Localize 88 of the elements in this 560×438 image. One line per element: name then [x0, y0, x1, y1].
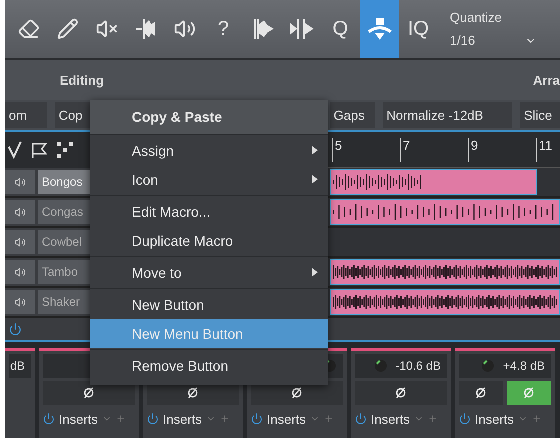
- speaker-button[interactable]: [5, 230, 35, 254]
- menu-item-label: Remove Button: [132, 358, 228, 374]
- knob-icon[interactable]: [481, 359, 496, 373]
- speaker-button[interactable]: [5, 290, 35, 314]
- add-icon[interactable]: [324, 414, 334, 424]
- ruler-bar-number: 7: [400, 138, 410, 162]
- gain-value: -10.6 dB: [396, 359, 441, 373]
- speaker-icon: [14, 236, 26, 248]
- audio-clip[interactable]: [330, 199, 560, 225]
- speaker-icon: [14, 266, 26, 278]
- menu-item-label: Duplicate Macro: [132, 232, 234, 248]
- tool-button[interactable]: IQ: [399, 0, 438, 58]
- add-icon[interactable]: [428, 414, 438, 424]
- speaker-icon: [14, 176, 26, 188]
- gain-value: dB: [10, 359, 25, 373]
- menu-item-label: New Button: [132, 296, 204, 312]
- power-icon[interactable]: [147, 413, 159, 425]
- phase-icon: [523, 387, 535, 399]
- audio-clip[interactable]: [330, 289, 560, 315]
- speaker-button[interactable]: [5, 260, 35, 284]
- flag-icon[interactable]: [31, 141, 49, 159]
- macro-button[interactable]: om: [5, 102, 47, 128]
- section-title: Arra: [533, 72, 560, 88]
- power-icon[interactable]: [9, 322, 22, 336]
- add-icon[interactable]: [532, 414, 542, 424]
- tool-button[interactable]: Q: [321, 0, 360, 58]
- phase-invert-button[interactable]: [43, 381, 135, 405]
- phase-icon: [475, 387, 487, 399]
- speaker-button[interactable]: [5, 200, 35, 224]
- menu-item[interactable]: New Button: [90, 290, 328, 319]
- pencil-icon: [56, 18, 78, 40]
- phase-icon: [187, 387, 199, 399]
- ruler-bar-number: 9: [468, 138, 478, 162]
- phase-icon: [83, 387, 95, 399]
- stretch-waveform-icon: [288, 17, 314, 41]
- audio-clip[interactable]: [330, 169, 537, 195]
- menu-item-label: Move to: [132, 264, 182, 280]
- menu-item-label: Assign: [132, 142, 174, 158]
- speaker-button[interactable]: [5, 170, 35, 194]
- phase-icon: [291, 387, 303, 399]
- macro-icon: [366, 16, 392, 42]
- menu-item[interactable]: Assign: [90, 136, 328, 165]
- power-icon[interactable]: [355, 413, 367, 425]
- inserts-label[interactable]: Inserts: [371, 412, 410, 426]
- tool-button[interactable]: ?: [204, 0, 243, 58]
- submenu-arrow-icon: [312, 175, 318, 184]
- inserts-label[interactable]: Inserts: [475, 412, 514, 426]
- macro-button[interactable]: Slice: [520, 102, 560, 128]
- macro-button[interactable]: Normalize -12dB: [382, 102, 512, 128]
- grid-icon[interactable]: [57, 142, 73, 158]
- ruler-bar-number: 5: [332, 138, 342, 162]
- power-icon[interactable]: [251, 413, 263, 425]
- check-tool-icon[interactable]: [7, 141, 23, 159]
- split-waveform-icon: [134, 17, 158, 41]
- phase-icon: [395, 387, 407, 399]
- speaker-icon: [174, 18, 196, 40]
- phase-invert-button[interactable]: [459, 381, 503, 405]
- power-icon[interactable]: [43, 413, 55, 425]
- macro-tool-button[interactable]: [360, 0, 399, 58]
- gain-value: +4.8 dB: [503, 359, 545, 373]
- add-icon[interactable]: [220, 414, 230, 424]
- quantize-value[interactable]: 1/16: [450, 33, 476, 48]
- menu-item[interactable]: Duplicate Macro: [90, 226, 328, 255]
- inserts-label[interactable]: Inserts: [59, 412, 98, 426]
- menu-title: Copy & Paste: [90, 100, 328, 134]
- eraser-icon: [18, 18, 40, 40]
- speaker-icon: [14, 206, 26, 218]
- audio-clip[interactable]: [330, 259, 560, 285]
- inserts-label[interactable]: Inserts: [267, 412, 306, 426]
- add-icon[interactable]: [116, 414, 126, 424]
- menu-item-label: Edit Macro...: [132, 204, 211, 220]
- inserts-label[interactable]: Inserts: [163, 412, 202, 426]
- speaker-icon: [14, 296, 26, 308]
- knob-icon[interactable]: [374, 359, 388, 373]
- menu-item[interactable]: Icon: [90, 165, 328, 194]
- section-title: Editing: [60, 72, 104, 88]
- submenu-arrow-icon: [312, 146, 318, 155]
- track-name[interactable]: Bongos: [38, 170, 90, 194]
- mute-icon: [96, 18, 118, 40]
- ruler-bar-number: 11: [536, 138, 552, 162]
- power-icon[interactable]: [459, 413, 471, 425]
- phase-invert-button[interactable]: [355, 381, 447, 405]
- macro-button[interactable]: Gaps: [330, 102, 375, 128]
- menu-item-label: New Menu Button: [132, 326, 244, 342]
- quantize-label: Quantize: [450, 10, 504, 25]
- menu-item-label: Icon: [132, 172, 158, 188]
- menu-item[interactable]: Remove Button: [90, 351, 328, 380]
- submenu-arrow-icon: [312, 268, 318, 277]
